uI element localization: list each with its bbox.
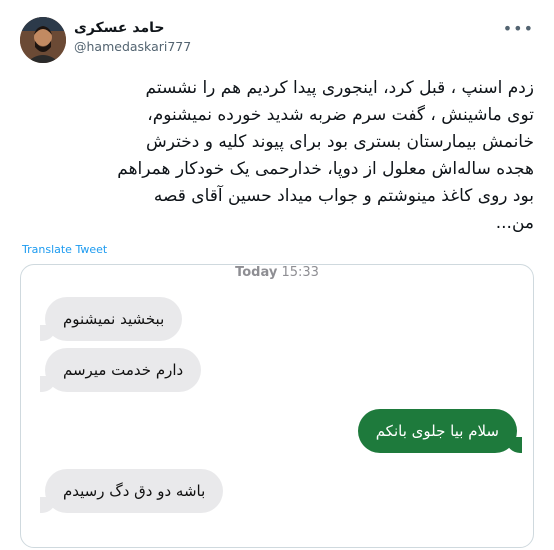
incoming-message-bubble: ببخشید نمیشنوم [39, 297, 183, 341]
incoming-message-bubble: باشه دو دق دگ رسیدم [39, 469, 224, 513]
more-options-icon[interactable]: ••• [503, 19, 534, 38]
tweet-image-chat-screenshot[interactable]: Today 15:33 ببخشید نمیشنوم دارم خدمت میر… [20, 264, 534, 548]
author-name[interactable]: حامد عسکری [74, 20, 164, 36]
avatar[interactable] [20, 17, 66, 63]
message-text: باشه دو دق دگ رسیدم [63, 482, 206, 500]
message-text: دارم خدمت میرسم [63, 361, 184, 379]
timestamp-day: Today [235, 265, 278, 280]
outgoing-message-bubble: سلام بیا جلوی بانکم [357, 409, 523, 453]
chat-timestamp: Today 15:33 [21, 265, 533, 280]
message-text: سلام بیا جلوی بانکم [375, 422, 499, 440]
timestamp-time: 15:33 [281, 265, 319, 280]
tweet-text: زدم اسنپ ، قبل کرد، اینجوری پیدا کردیم ه… [117, 78, 534, 233]
author-handle[interactable]: @hamedaskari777 [74, 39, 191, 54]
tweet-card: حامد عسکری @hamedaskari777 ••• زدم اسنپ … [0, 0, 554, 550]
message-text: ببخشید نمیشنوم [63, 310, 165, 328]
incoming-message-bubble: دارم خدمت میرسم [39, 348, 202, 392]
translate-tweet-link[interactable]: Translate Tweet [22, 243, 107, 256]
